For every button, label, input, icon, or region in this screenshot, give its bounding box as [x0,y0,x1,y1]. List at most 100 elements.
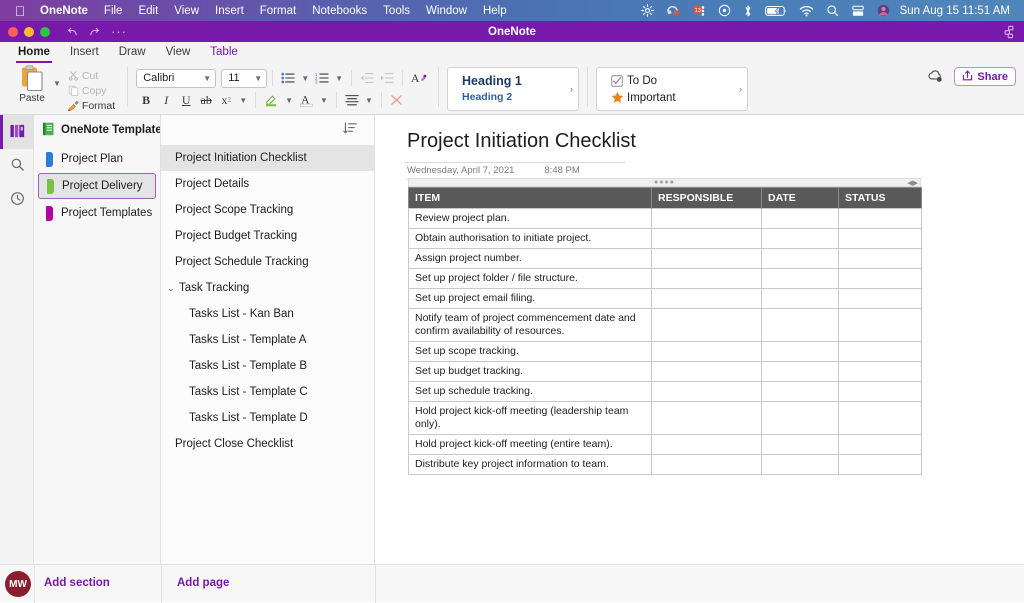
align-button[interactable] [342,90,362,110]
table-cell-date[interactable] [762,269,839,289]
user-avatar-icon[interactable] [871,4,896,17]
paste-dropdown-caret-icon[interactable]: ▼ [53,79,61,88]
add-page-button[interactable]: Add page [177,577,229,589]
table-cell-item[interactable]: Notify team of project commencement date… [409,309,652,342]
page-item-tasks-list-kan-ban[interactable]: Tasks List - Kan Ban [161,301,374,327]
table-cell-date[interactable] [762,382,839,402]
page-item-project-close-checklist[interactable]: Project Close Checklist [161,431,374,457]
bluetooth-icon[interactable] [737,4,759,18]
rail-button-notebooks[interactable] [0,115,34,149]
page-item-task-tracking[interactable]: ⌄Task Tracking [161,275,374,301]
table-cell-status[interactable] [839,249,922,269]
table-header-date[interactable]: DATE [762,188,839,209]
ribbon-tab-home[interactable]: Home [8,42,60,63]
table-cell-item[interactable]: Distribute key project information to te… [409,455,652,475]
table-cell-status[interactable] [839,229,922,249]
menu-item-format[interactable]: Format [252,5,304,17]
menu-item-tools[interactable]: Tools [375,5,418,17]
font-size-select[interactable]: 11 ▼ [221,69,267,88]
table-header-responsible[interactable]: RESPONSIBLE [652,188,762,209]
table-cell-responsible[interactable] [652,382,762,402]
page-item-project-schedule-tracking[interactable]: Project Schedule Tracking [161,249,374,275]
subscript-dropdown-caret-icon[interactable]: ▼ [236,96,250,105]
menu-item-onenote[interactable]: OneNote [32,5,96,17]
table-cell-responsible[interactable] [652,342,762,362]
table-cell-date[interactable] [762,402,839,435]
table-drag-handle[interactable]: ●●●● ◀▶ [408,178,921,187]
bullets-dropdown-caret-icon[interactable]: ▼ [298,74,312,83]
table-cell-item[interactable]: Set up schedule tracking. [409,382,652,402]
menu-item-insert[interactable]: Insert [207,5,252,17]
table-cell-responsible[interactable] [652,269,762,289]
table-row[interactable]: Set up budget tracking. [409,362,922,382]
font-color-dropdown-caret-icon[interactable]: ▼ [317,96,331,105]
table-cell-status[interactable] [839,342,922,362]
table-cell-responsible[interactable] [652,209,762,229]
ribbon-tab-table[interactable]: Table [200,42,248,63]
checklist-table[interactable]: ITEMRESPONSIBLEDATESTATUS Review project… [408,187,922,475]
menu-clock[interactable]: Sun Aug 15 11:51 AM [896,5,1016,17]
numbering-dropdown-caret-icon[interactable]: ▼ [332,74,346,83]
tags-gallery[interactable]: To Do Important › [596,67,748,111]
table-row[interactable]: Assign project number. [409,249,922,269]
table-cell-item[interactable]: Set up scope tracking. [409,342,652,362]
highlight-dropdown-caret-icon[interactable]: ▼ [282,96,296,105]
ribbon-tab-draw[interactable]: Draw [109,42,156,63]
page-item-tasks-list-template-a[interactable]: Tasks List - Template A [161,327,374,353]
page-time[interactable]: 8:48 PM [544,165,579,176]
table-row[interactable]: Set up scope tracking. [409,342,922,362]
table-cell-item[interactable]: Hold project kick-off meeting (leadershi… [409,402,652,435]
clear-formatting-button[interactable]: A [408,68,430,88]
format-painter-button[interactable]: Format [65,98,115,113]
rail-button-recent[interactable] [0,183,34,217]
table-row[interactable]: Obtain authorisation to initiate project… [409,229,922,249]
page-item-project-budget-tracking[interactable]: Project Budget Tracking [161,223,374,249]
tags-more-icon[interactable]: › [739,84,742,94]
table-cell-date[interactable] [762,209,839,229]
italic-button[interactable]: I [156,90,176,110]
tag-important[interactable]: Important [607,89,676,106]
table-cell-responsible[interactable] [652,455,762,475]
table-cell-item[interactable]: Set up project email filing. [409,289,652,309]
cut-button[interactable]: Cut [65,68,115,83]
rail-button-search[interactable] [0,149,34,183]
minimize-button[interactable] [24,27,34,37]
tag-todo[interactable]: To Do [607,72,676,89]
table-cell-item[interactable]: Assign project number. [409,249,652,269]
page-item-project-scope-tracking[interactable]: Project Scope Tracking [161,197,374,223]
table-cell-status[interactable] [839,289,922,309]
table-row[interactable]: Hold project kick-off meeting (entire te… [409,435,922,455]
subscript-button[interactable]: x2 [216,90,236,110]
share-button[interactable]: Share [954,67,1016,86]
section-item-project-templates[interactable]: Project Templates [38,200,156,226]
page-date[interactable]: Wednesday, April 7, 2021 [407,165,514,176]
table-cell-item[interactable]: Hold project kick-off meeting (entire te… [409,435,652,455]
page-item-project-initiation-checklist[interactable]: Project Initiation Checklist [161,145,374,171]
notebook-header[interactable]: OneNote Template for Project Management [34,115,160,145]
section-item-project-plan[interactable]: Project Plan [38,146,156,172]
apple-logo-icon[interactable]:  [8,4,32,18]
table-row[interactable]: Notify team of project commencement date… [409,309,922,342]
highlight-button[interactable] [261,90,282,110]
table-cell-date[interactable] [762,229,839,249]
ribbon-tab-insert[interactable]: Insert [60,42,109,63]
table-cell-status[interactable] [839,269,922,289]
menu-item-edit[interactable]: Edit [130,5,166,17]
style-heading-1[interactable]: Heading 1 [462,73,522,90]
table-cell-item[interactable]: Set up project folder / file structure. [409,269,652,289]
table-cell-responsible[interactable] [652,289,762,309]
section-item-project-delivery[interactable]: Project Delivery [38,173,156,199]
table-cell-status[interactable] [839,309,922,342]
font-color-button[interactable]: A [296,90,317,110]
table-row[interactable]: Set up project folder / file structure. [409,269,922,289]
note-canvas[interactable]: Project Initiation Checklist Wednesday, … [375,115,1024,564]
table-cell-responsible[interactable] [652,309,762,342]
font-family-select[interactable]: Calibri ▼ [136,69,216,88]
paste-button[interactable]: Paste [12,65,52,104]
search-icon[interactable] [820,4,845,17]
table-cell-date[interactable] [762,362,839,382]
bullets-button[interactable] [278,68,298,88]
underline-button[interactable]: U [176,90,196,110]
align-dropdown-caret-icon[interactable]: ▼ [362,96,376,105]
close-button[interactable] [8,27,18,37]
